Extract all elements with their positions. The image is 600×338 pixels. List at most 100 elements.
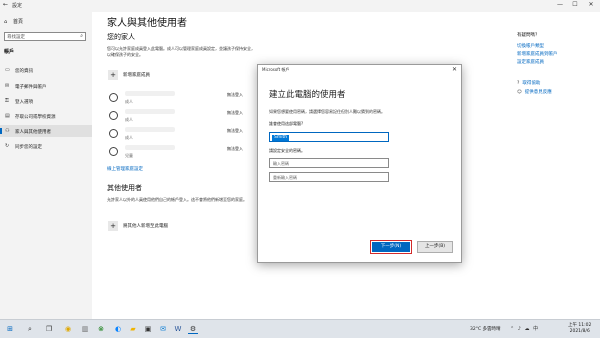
confirm-password-placeholder: 重新輸入密碼 xyxy=(273,175,297,180)
sidebar-item-sync[interactable]: ↻ 同步您的設定 xyxy=(0,140,92,152)
sidebar-item-label: 電子郵件與帳戶 xyxy=(15,85,47,90)
home-icon: ⌂ xyxy=(4,19,8,25)
sidebar-item-signin-options[interactable]: ⚿ 登入選項 xyxy=(0,95,92,107)
next-button[interactable]: 下一步(N) xyxy=(370,240,412,254)
get-help-label: 取得協助 xyxy=(522,81,541,86)
password-placeholder: 輸入密碼 xyxy=(273,161,289,166)
edge-icon[interactable]: ◐ xyxy=(113,324,123,334)
manage-family-link[interactable]: 線上管理家庭設定 xyxy=(107,166,143,172)
family-description: 您可以允許家庭成員登入此電腦。成人可以管理家庭成員設定，並讓孩子保持安全，以確保… xyxy=(107,46,255,57)
username-label: 誰會使用這部電腦? xyxy=(269,121,304,126)
sidebar-home-label: 首頁 xyxy=(13,19,24,25)
member-role: 兒童 xyxy=(125,153,133,158)
sidebar-item-label: 您的資訊 xyxy=(15,69,33,74)
search-input[interactable]: 尋找設定 ⌕ xyxy=(4,32,86,41)
xbox-icon[interactable]: ⊗ xyxy=(96,324,106,334)
member-role: 成人 xyxy=(125,135,133,140)
dialog-description: 如果您想要使用密碼，請選擇您容易記住但別人難以猜到的密碼。 xyxy=(269,109,385,114)
file-explorer-icon[interactable]: ▰ xyxy=(128,324,138,334)
word-icon[interactable]: W xyxy=(173,324,183,334)
word-pad-icon[interactable]: ▥ xyxy=(80,324,90,334)
other-users-description: 允許家人以外的人員使用他們自己的帳戶登入。這不會將他們新增至您的家庭。 xyxy=(107,197,247,202)
sidebar-item-your-info[interactable]: ▭ 您的資訊 xyxy=(0,64,92,76)
sidebar-home[interactable]: ⌂ 首頁 xyxy=(4,18,23,25)
password-field[interactable]: 輸入密碼 xyxy=(269,158,389,168)
clock-date: 2021/8/6 xyxy=(569,329,590,334)
minimize-button[interactable]: — xyxy=(553,1,567,8)
store-icon[interactable]: ▣ xyxy=(143,324,153,334)
member-name-redacted xyxy=(125,145,175,150)
get-help-link[interactable]: ? 取得協助 xyxy=(517,80,540,86)
system-tray-icons[interactable]: ⌃ ♪ ☁ 中 xyxy=(510,325,539,332)
family-member[interactable]: 成人 無法登入 xyxy=(107,91,257,107)
back-arrow-icon[interactable]: ← xyxy=(3,1,8,8)
member-status: 無法登入 xyxy=(227,92,243,97)
sidebar-item-label: 家人與其他使用者 xyxy=(15,130,51,135)
dialog-caption: Microsoft 帳戶 xyxy=(262,67,290,72)
member-role: 成人 xyxy=(125,117,133,122)
mail-icon: ✉ xyxy=(5,83,10,89)
sidebar-item-family[interactable]: ⚇ 家人與其他使用者 xyxy=(0,125,92,137)
close-button[interactable]: ✕ xyxy=(584,1,598,8)
feedback-icon: ☺ xyxy=(517,90,522,95)
rail-link-change-account-type[interactable]: 切換帳戶類型 xyxy=(517,43,544,49)
member-role: 成人 xyxy=(125,99,133,104)
feedback-label: 提供意見反應 xyxy=(524,90,552,95)
dialog-close-icon[interactable]: ✕ xyxy=(452,66,457,73)
member-status: 無法登入 xyxy=(227,110,243,115)
family-member[interactable]: 成人 無法登入 xyxy=(107,127,257,143)
password-label: 請設定安全的密碼。 xyxy=(269,148,305,153)
task-view-icon[interactable]: ❐ xyxy=(44,324,54,334)
avatar xyxy=(109,93,118,102)
search-icon: ⌕ xyxy=(80,33,83,39)
key-icon: ⚿ xyxy=(5,98,9,104)
sidebar-section-title: 帳戶 xyxy=(4,49,15,55)
member-status: 無法登入 xyxy=(227,128,243,133)
next-button-label: 下一步(N) xyxy=(372,242,410,252)
avatar xyxy=(109,147,118,156)
add-other-user-button[interactable]: 將其他人新增至此電腦 xyxy=(123,223,168,229)
sync-icon: ↻ xyxy=(5,143,10,149)
member-name-redacted xyxy=(125,109,175,114)
sidebar: ⌂ 首頁 尋找設定 ⌕ 帳戶 ▭ 您的資訊 ✉ 電子郵件與帳戶 ⚿ 登入選項 ▤ … xyxy=(0,12,92,319)
help-icon: ? xyxy=(517,81,520,86)
confirm-password-field[interactable]: 重新輸入密碼 xyxy=(269,172,389,182)
create-user-dialog: Microsoft 帳戶 ✕ 建立此電腦的使用者 如果您想要使用密碼，請選擇您容… xyxy=(257,64,462,263)
chrome-icon[interactable]: ◉ xyxy=(63,324,73,334)
add-family-button[interactable]: 新增家庭成員 xyxy=(123,72,150,78)
sidebar-item-email[interactable]: ✉ 電子郵件與帳戶 xyxy=(0,80,92,92)
other-users-section-title: 其他使用者 xyxy=(107,184,142,192)
back-button[interactable]: 上一步(B) xyxy=(417,241,453,253)
rail-link-add-family[interactable]: 新增家庭成員到帳戶 xyxy=(517,51,558,57)
dialog-heading: 建立此電腦的使用者 xyxy=(269,90,346,100)
page-title: 家人與其他使用者 xyxy=(107,18,187,29)
maximize-button[interactable]: ☐ xyxy=(568,1,582,8)
mail-app-icon[interactable]: ✉ xyxy=(158,324,168,334)
family-section-title: 您的家人 xyxy=(107,33,135,41)
search-placeholder: 尋找設定 xyxy=(7,35,25,40)
rail-link-setup-family[interactable]: 設定家庭成員 xyxy=(517,59,544,65)
title-bar: ← 設定 — ☐ ✕ xyxy=(0,0,600,12)
family-member[interactable]: 成人 無法登入 xyxy=(107,109,257,125)
username-value: Smith xyxy=(272,135,290,141)
username-field[interactable]: Smith xyxy=(269,132,389,142)
person-card-icon: ▭ xyxy=(5,67,10,73)
add-other-user-icon[interactable]: + xyxy=(108,221,118,231)
sidebar-item-label: 存取公司或學校資源 xyxy=(15,115,56,120)
member-name-redacted xyxy=(125,91,175,96)
member-name-redacted xyxy=(125,127,175,132)
search-icon[interactable]: ⌕ xyxy=(25,324,35,334)
avatar xyxy=(109,129,118,138)
settings-gear-icon[interactable]: ⚙ xyxy=(188,324,198,334)
weather-widget[interactable]: 32°C 多雲時晴 xyxy=(470,326,501,332)
taskbar: ⊞ ⌕ ❐ ◉ ▥ ⊗ ◐ ▰ ▣ ✉ W ⚙ 32°C 多雲時晴 ⌃ ♪ ☁ … xyxy=(0,319,600,338)
rail-title: 有疑問嗎？ xyxy=(517,33,540,38)
sidebar-item-label: 同步您的設定 xyxy=(15,145,42,150)
avatar xyxy=(109,111,118,120)
feedback-link[interactable]: ☺ 提供意見反應 xyxy=(517,89,552,95)
start-windows-icon[interactable]: ⊞ xyxy=(5,324,15,334)
clock[interactable]: 上午 11:02 2021/8/6 xyxy=(568,323,591,335)
family-member[interactable]: 兒童 無法登入 xyxy=(107,145,257,161)
add-family-icon[interactable]: + xyxy=(108,70,118,80)
sidebar-item-work-school[interactable]: ▤ 存取公司或學校資源 xyxy=(0,110,92,122)
